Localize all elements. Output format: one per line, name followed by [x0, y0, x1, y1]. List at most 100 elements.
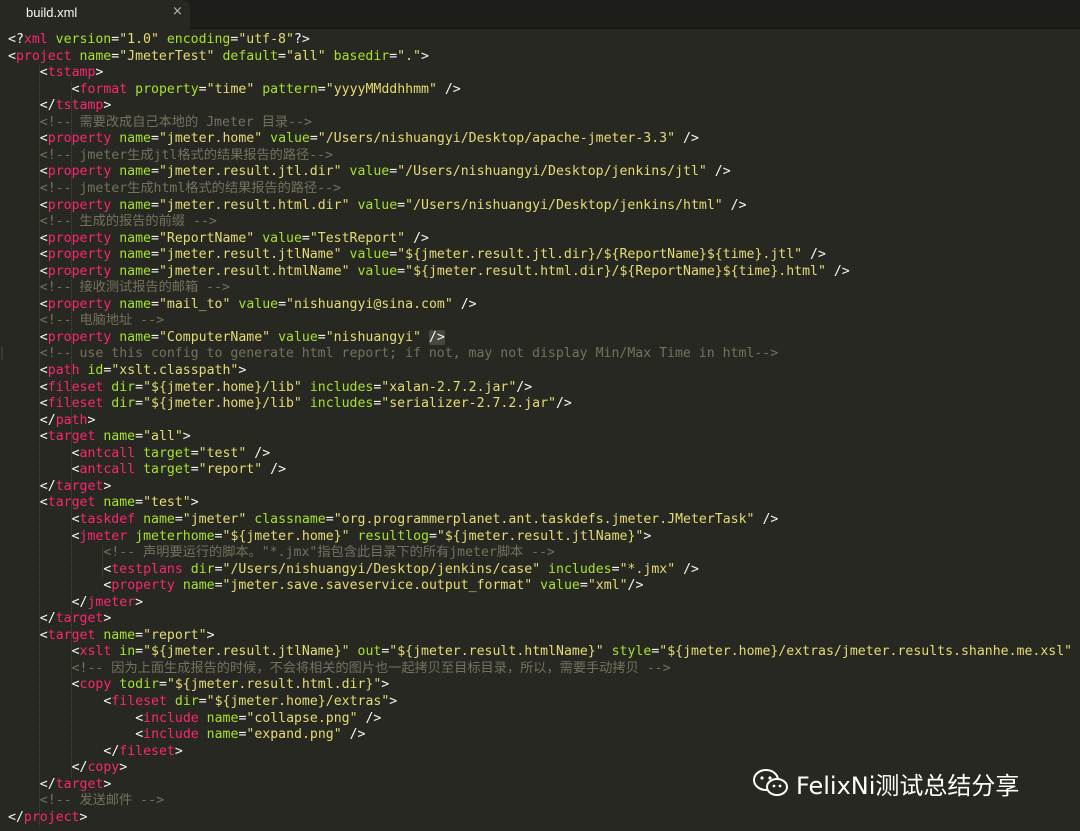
code-punctuation: < — [71, 644, 80, 660]
code-punctuation — [421, 330, 429, 345]
code-punctuation: /> — [675, 561, 699, 577]
code-tag-name: fileset — [119, 743, 175, 759]
code-tag-name: fileset — [111, 694, 167, 709]
code-punctuation: > — [103, 478, 112, 494]
code-punctuation: = — [325, 511, 334, 527]
code-tag-name: target — [47, 495, 96, 511]
code-line: <!-- use this config to generate html re… — [8, 346, 778, 362]
code-punctuation: </ — [39, 412, 56, 428]
code-tag-name: property — [47, 263, 112, 279]
code-comment: <!-- 发送邮件 --> — [39, 793, 165, 809]
code-string: "ReportName" — [158, 230, 255, 246]
code-punctuation: /> — [341, 727, 366, 743]
code-attribute: value — [357, 197, 398, 213]
code-tag-name: property — [111, 578, 175, 594]
code-punctuation: < — [135, 727, 144, 743]
code-string: "${jmeter.home}" — [222, 528, 350, 544]
code-punctuation: = — [111, 32, 120, 47]
code-punctuation: = — [151, 230, 159, 246]
code-punctuation: < — [39, 379, 48, 395]
code-string: "/Users/nishuangyi/Desktop/jenkins/html" — [405, 197, 723, 213]
tab-build-xml[interactable]: build.xml × — [0, 0, 190, 30]
code-attribute: encoding — [166, 32, 231, 47]
code-line: <antcall target="test" /> — [8, 445, 271, 462]
code-punctuation: = — [111, 48, 120, 64]
code-punctuation: > — [182, 429, 191, 445]
code-string: "${jmeter.result.jtl.dir}/${ReportName}$… — [397, 247, 803, 263]
code-punctuation: = — [198, 694, 207, 709]
code-line: <property name="ReportName" value="TestR… — [8, 231, 429, 247]
code-editor[interactable]: <?xml version="1.0" encoding="utf-8"?> <p… — [0, 30, 1080, 831]
code-punctuation: </ — [39, 478, 56, 494]
code-punctuation — [326, 49, 334, 64]
tab-title: build.xml — [26, 5, 78, 20]
code-line: <fileset dir="${jmeter.home}/extras"> — [8, 694, 397, 710]
code-punctuation: = — [158, 677, 167, 693]
code-punctuation: > — [190, 495, 199, 511]
code-punctuation: = — [214, 578, 223, 594]
code-line: <property name="jmeter.result.jtl.dir" v… — [8, 164, 731, 180]
code-punctuation: < — [71, 445, 80, 461]
code-attribute: value — [238, 296, 279, 312]
code-punctuation: = — [389, 247, 398, 263]
watermark-text: FelixNi测试总结分享 — [796, 771, 1020, 800]
code-punctuation: /> — [825, 263, 850, 279]
code-line: <antcall target="report" /> — [8, 462, 286, 478]
code-line: <testplans dir="/Users/nishuangyi/Deskto… — [8, 562, 699, 578]
code-attribute: pattern — [262, 81, 318, 97]
code-punctuation: > — [238, 363, 247, 378]
code-attribute: name — [119, 197, 151, 213]
code-tag-name: property — [47, 247, 112, 263]
code-line: </target> — [8, 611, 111, 627]
code-punctuation — [262, 131, 270, 146]
code-tag-name: property — [47, 164, 112, 180]
code-comment: <!-- 生成的报告的前缀 --> — [39, 214, 217, 230]
code-punctuation: <? — [8, 32, 24, 47]
tab-close-button[interactable]: × — [172, 4, 183, 19]
code-tag-name: fileset — [47, 396, 104, 412]
code-string: "all" — [143, 429, 183, 445]
code-string: "nishuangyi" — [325, 329, 421, 345]
code-punctuation — [270, 330, 278, 345]
code-line: <copy todir="${jmeter.result.html.dir}"> — [8, 677, 390, 693]
code-comment: <!-- 电脑地址 --> — [39, 313, 165, 329]
code-tag-name: copy — [87, 760, 120, 776]
code-line: <jmeter jmeterhome="${jmeter.home}" resu… — [8, 528, 652, 545]
code-line: <property name="jmeter.result.htmlName" … — [8, 264, 850, 280]
code-line: <path id="xslt.classpath"> — [8, 363, 247, 379]
code-punctuation: = — [317, 81, 326, 97]
code-punctuation: </ — [8, 809, 24, 825]
code-line: </copy> — [8, 760, 128, 776]
code-line: <property name="ComputerName" value="nis… — [8, 329, 445, 346]
code-punctuation — [135, 446, 143, 461]
code-attribute: dir — [111, 396, 136, 412]
code-attribute: target — [143, 445, 191, 461]
code-punctuation: < — [39, 329, 48, 345]
code-punctuation: = — [397, 263, 406, 279]
code-punctuation: > — [103, 776, 112, 792]
code-punctuation — [167, 694, 175, 709]
code-attribute: name — [119, 230, 151, 246]
code-punctuation: > — [135, 594, 144, 610]
wechat-icon — [753, 769, 788, 796]
code-line: <include name="collapse.png" /> — [8, 711, 381, 727]
code-punctuation: = — [190, 462, 199, 478]
code-comment: <!-- 接收测试报告的邮箱 --> — [39, 280, 230, 296]
code-comment: <!-- 需要改成自己本地的 Jmeter 目录--> — [39, 114, 312, 130]
code-line: <!-- 因为上面生成报告的时候，不会将相关的图片也一起拷贝至目标目录，所以，需… — [8, 661, 671, 677]
code-comment: <!-- use this config to generate html re… — [39, 346, 779, 362]
code-tag-name: path — [47, 363, 80, 378]
code-tag-name: property — [47, 329, 112, 345]
code-punctuation: /> — [675, 131, 699, 147]
code-punctuation: = — [135, 379, 144, 395]
code-attribute: name — [103, 495, 136, 511]
code-punctuation: = — [214, 528, 223, 544]
code-punctuation: = — [278, 296, 287, 312]
code-punctuation: /> — [262, 462, 287, 478]
code-punctuation: < — [8, 48, 16, 64]
code-line: <fileset dir="${jmeter.home}/lib" includ… — [8, 396, 572, 412]
code-punctuation: = — [579, 578, 588, 594]
code-string: "${jmeter.result.html.dir}" — [166, 677, 382, 693]
code-punctuation: < — [71, 462, 80, 478]
code-attribute: includes — [548, 561, 612, 577]
